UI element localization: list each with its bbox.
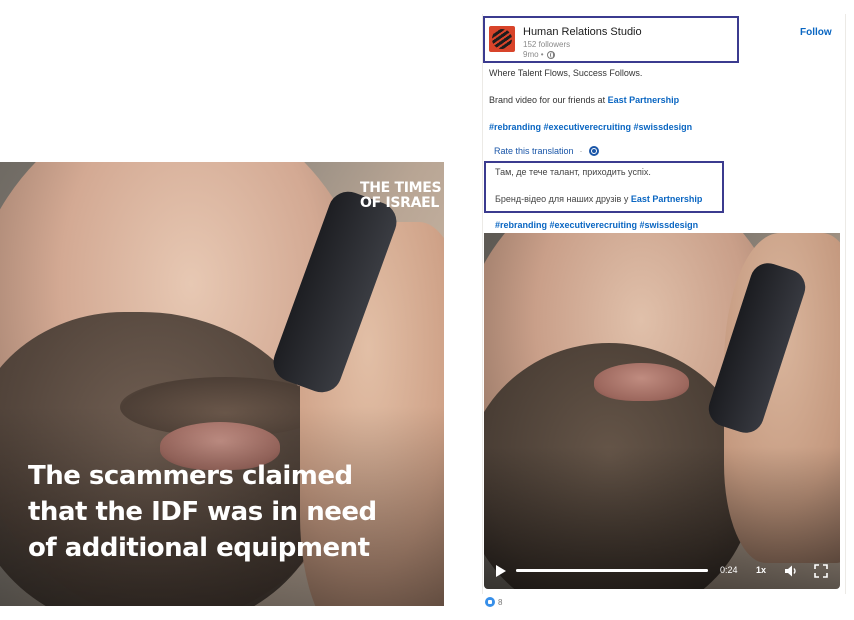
- video-time: 0:24: [720, 565, 738, 575]
- translated-hashtags[interactable]: #rebranding #executiverecruiting #swissd…: [495, 220, 698, 230]
- caption-line-3: of additional equipment: [28, 533, 370, 563]
- organization-logo[interactable]: [489, 26, 515, 52]
- video-controls: 0:24 1x: [484, 556, 840, 586]
- logo-line-2: OF ISRAEL: [360, 195, 440, 211]
- volume-icon[interactable]: [784, 564, 798, 578]
- post-hashtags[interactable]: #rebranding #executiverecruiting #swissd…: [489, 122, 692, 132]
- post-brand-line: Brand video for our friends at East Part…: [489, 95, 679, 105]
- follow-button[interactable]: Follow: [800, 27, 832, 38]
- separator-dot: ·: [579, 146, 583, 156]
- east-partnership-link[interactable]: East Partnership: [608, 95, 680, 105]
- like-reaction-icon: [485, 597, 495, 607]
- rate-translation-link[interactable]: Rate this translation: [494, 146, 574, 156]
- progress-fill: [516, 569, 708, 572]
- reaction-count: 8: [498, 597, 503, 607]
- playback-speed-button[interactable]: 1x: [756, 565, 766, 575]
- video-controls-shade: [484, 233, 840, 589]
- translated-brand-line: Бренд-відео для наших друзів у East Part…: [495, 194, 702, 204]
- author-highlight-box: [483, 16, 739, 63]
- translated-brand-prefix: Бренд-відео для наших друзів у: [495, 194, 631, 204]
- post-time: 9mo •: [523, 50, 544, 59]
- caption-line-1: The scammers claimed: [28, 461, 353, 491]
- organization-name[interactable]: Human Relations Studio: [523, 26, 642, 38]
- play-icon[interactable]: [496, 565, 506, 577]
- post-video[interactable]: [484, 233, 840, 589]
- fullscreen-icon[interactable]: [814, 564, 828, 578]
- logo-ball-icon: [492, 29, 512, 49]
- brand-prefix: Brand video for our friends at: [489, 95, 608, 105]
- progress-bar[interactable]: [516, 569, 708, 572]
- times-of-israel-logo: THE TIMES OF ISRAEL: [360, 180, 442, 211]
- caption-line-2: that the IDF was in need: [28, 497, 377, 527]
- globe-icon: [546, 50, 555, 59]
- translated-east-partnership-link[interactable]: East Partnership: [631, 194, 703, 204]
- post-tagline: Where Talent Flows, Success Follows.: [489, 68, 643, 78]
- video-caption: The scammers claimed that the IDF was in…: [28, 458, 428, 566]
- follower-count: 152 followers: [523, 40, 571, 49]
- rate-translation-row: Rate this translation ·: [494, 146, 599, 156]
- post-time-row: 9mo •: [523, 50, 555, 59]
- translated-tagline: Там, де тече талант, приходить успіх.: [495, 167, 651, 177]
- translate-globe-icon[interactable]: [588, 146, 599, 156]
- reactions-row[interactable]: 8: [485, 597, 502, 607]
- logo-line-1: THE TIMES: [360, 180, 442, 196]
